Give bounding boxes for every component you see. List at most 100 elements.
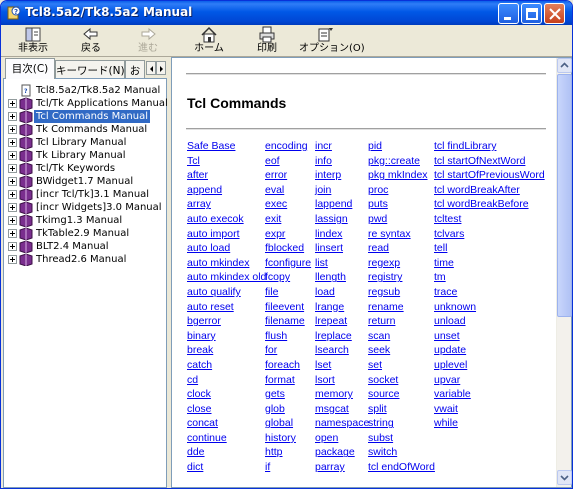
- command-link[interactable]: split: [368, 402, 435, 417]
- tree-item[interactable]: Tcl/Tk Applications Manual: [4, 97, 168, 110]
- command-link[interactable]: Safe Base: [187, 139, 266, 154]
- maximize-button[interactable]: [521, 3, 542, 24]
- command-link[interactable]: tclvars: [434, 227, 545, 242]
- command-link[interactable]: fileevent: [265, 300, 311, 315]
- command-link[interactable]: encoding: [265, 139, 311, 154]
- command-link[interactable]: while: [434, 416, 545, 431]
- scroll-thumb[interactable]: [557, 74, 572, 317]
- command-link[interactable]: fconfigure: [265, 256, 311, 271]
- command-link[interactable]: lsort: [315, 373, 369, 388]
- command-link[interactable]: vwait: [434, 402, 545, 417]
- command-link[interactable]: continue: [187, 431, 266, 446]
- command-link[interactable]: tcl wordBreakAfter: [434, 183, 545, 198]
- command-link[interactable]: lsearch: [315, 343, 369, 358]
- command-link[interactable]: file: [265, 285, 311, 300]
- expand-toggle[interactable]: [8, 203, 17, 212]
- expand-toggle[interactable]: [8, 112, 17, 121]
- tree-item[interactable]: BLT2.4 Manual: [4, 240, 166, 253]
- command-link[interactable]: auto reset: [187, 300, 266, 315]
- command-link[interactable]: package: [315, 445, 369, 460]
- command-link[interactable]: namespace: [315, 416, 369, 431]
- command-link[interactable]: flush: [265, 329, 311, 344]
- command-link[interactable]: error: [265, 168, 311, 183]
- command-link[interactable]: auto mkindex old: [187, 270, 266, 285]
- command-link[interactable]: switch: [368, 445, 435, 460]
- command-link[interactable]: append: [187, 183, 266, 198]
- command-link[interactable]: tcltest: [434, 212, 545, 227]
- tree-item[interactable]: BWidget1.7 Manual: [4, 175, 166, 188]
- command-link[interactable]: global: [265, 416, 311, 431]
- vertical-scrollbar[interactable]: [556, 58, 572, 487]
- command-link[interactable]: tcl findLibrary: [434, 139, 545, 154]
- expand-toggle[interactable]: [8, 242, 17, 251]
- tree-item[interactable]: [incr Tcl/Tk]3.1 Manual: [4, 188, 166, 201]
- command-link[interactable]: Tcl: [187, 154, 266, 169]
- expand-toggle[interactable]: [8, 177, 17, 186]
- command-link[interactable]: lrange: [315, 300, 369, 315]
- command-link[interactable]: array: [187, 197, 266, 212]
- home-button[interactable]: ホーム: [193, 26, 225, 56]
- command-link[interactable]: filename: [265, 314, 311, 329]
- tab-scroll-left-button[interactable]: [146, 61, 156, 75]
- command-link[interactable]: unset: [434, 329, 545, 344]
- scroll-up-button[interactable]: [557, 58, 572, 73]
- command-link[interactable]: update: [434, 343, 545, 358]
- command-link[interactable]: source: [368, 387, 435, 402]
- command-link[interactable]: tell: [434, 241, 545, 256]
- command-link[interactable]: pkg::create: [368, 154, 435, 169]
- minimize-button[interactable]: [498, 3, 519, 24]
- tree-item[interactable]: [incr Widgets]3.0 Manual: [4, 201, 166, 214]
- command-link[interactable]: bgerror: [187, 314, 266, 329]
- command-link[interactable]: http: [265, 445, 311, 460]
- command-link[interactable]: dict: [187, 460, 266, 475]
- command-link[interactable]: fblocked: [265, 241, 311, 256]
- tree-item[interactable]: Tcl/Tk Keywords: [4, 162, 166, 175]
- command-link[interactable]: eof: [265, 154, 311, 169]
- command-link[interactable]: lreplace: [315, 329, 369, 344]
- command-link[interactable]: unload: [434, 314, 545, 329]
- command-link[interactable]: concat: [187, 416, 266, 431]
- command-link[interactable]: tcl wordBreakBefore: [434, 197, 545, 212]
- options-button[interactable]: オプション(O): [299, 26, 365, 56]
- command-link[interactable]: load: [315, 285, 369, 300]
- command-link[interactable]: time: [434, 256, 545, 271]
- command-link[interactable]: catch: [187, 358, 266, 373]
- expand-toggle[interactable]: [8, 99, 17, 108]
- tree-item[interactable]: TkTable2.9 Manual: [4, 227, 166, 240]
- command-link[interactable]: set: [368, 358, 435, 373]
- command-link[interactable]: regexp: [368, 256, 435, 271]
- command-link[interactable]: string: [368, 416, 435, 431]
- print-button[interactable]: 印刷: [253, 26, 281, 56]
- command-link[interactable]: lset: [315, 358, 369, 373]
- expand-toggle[interactable]: [8, 216, 17, 225]
- close-button[interactable]: [544, 3, 565, 24]
- command-link[interactable]: linsert: [315, 241, 369, 256]
- command-link[interactable]: fcopy: [265, 270, 311, 285]
- command-link[interactable]: incr: [315, 139, 369, 154]
- command-link[interactable]: break: [187, 343, 266, 358]
- title-bar[interactable]: ? Tcl8.5a2/Tk8.5a2 Manual: [1, 1, 572, 25]
- command-link[interactable]: trace: [434, 285, 545, 300]
- expand-toggle[interactable]: [8, 190, 17, 199]
- command-link[interactable]: cd: [187, 373, 266, 388]
- command-link[interactable]: tcl endOfWord: [368, 460, 435, 475]
- command-link[interactable]: exit: [265, 212, 311, 227]
- command-link[interactable]: tm: [434, 270, 545, 285]
- command-link[interactable]: glob: [265, 402, 311, 417]
- command-link[interactable]: upvar: [434, 373, 545, 388]
- tree-item-selected[interactable]: Tcl Commands Manual: [4, 110, 166, 123]
- command-link[interactable]: gets: [265, 387, 311, 402]
- command-link[interactable]: list: [315, 256, 369, 271]
- command-link[interactable]: llength: [315, 270, 369, 285]
- command-link[interactable]: read: [368, 241, 435, 256]
- command-link[interactable]: for: [265, 343, 311, 358]
- command-link[interactable]: lassign: [315, 212, 369, 227]
- command-link[interactable]: expr: [265, 227, 311, 242]
- command-link[interactable]: info: [315, 154, 369, 169]
- command-link[interactable]: scan: [368, 329, 435, 344]
- command-link[interactable]: subst: [368, 431, 435, 446]
- tab-favorites[interactable]: お: [125, 60, 145, 78]
- command-link[interactable]: pwd: [368, 212, 435, 227]
- command-link[interactable]: join: [315, 183, 369, 198]
- tree-item[interactable]: Tcl Library Manual: [4, 136, 166, 149]
